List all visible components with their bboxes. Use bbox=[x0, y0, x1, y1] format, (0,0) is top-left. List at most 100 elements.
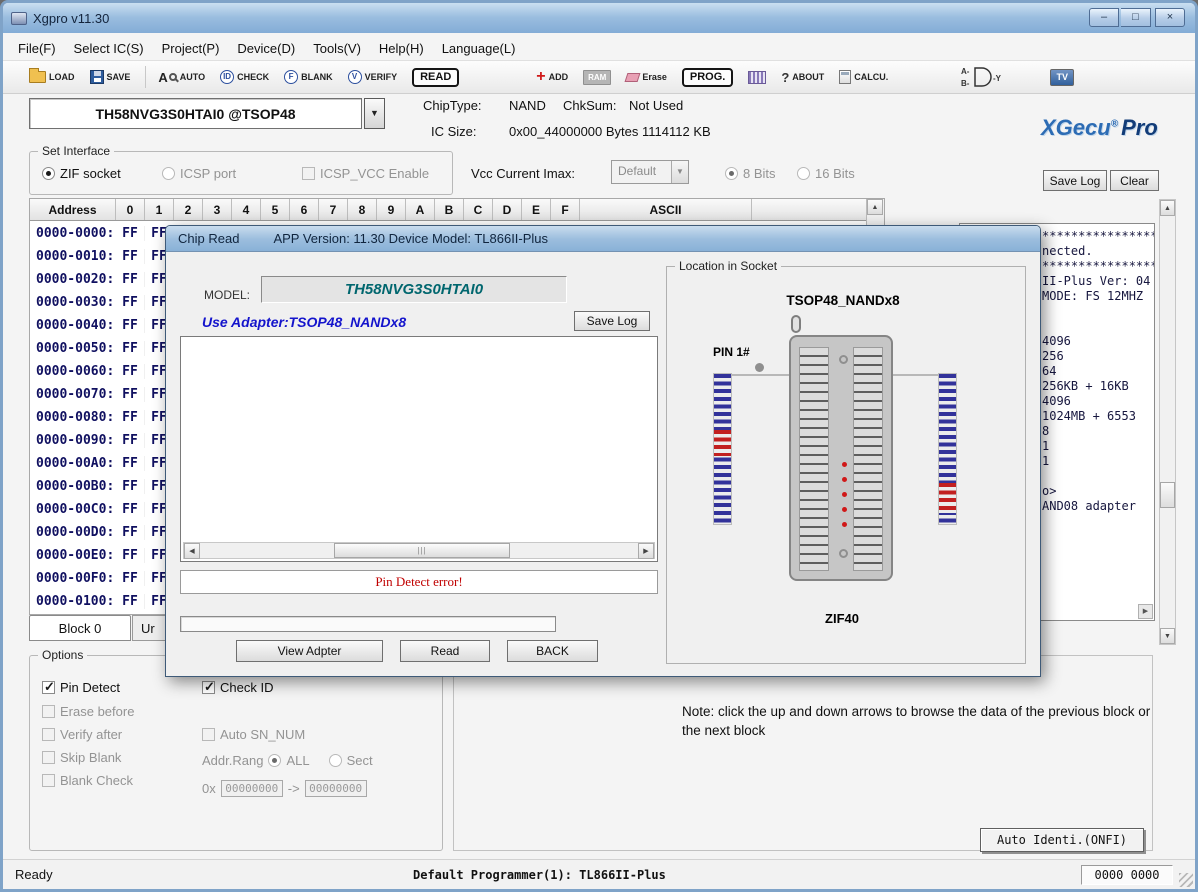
icsp-vcc-checkbox[interactable]: ICSP_VCC Enable bbox=[302, 166, 429, 181]
menu-language[interactable]: Language(L) bbox=[433, 38, 525, 59]
tv-button[interactable]: TV bbox=[1050, 69, 1074, 86]
hex-byte-cell[interactable]: FF bbox=[116, 226, 145, 241]
auto-identi-button[interactable]: Auto Identi.(ONFI) bbox=[980, 828, 1144, 852]
save-button[interactable]: SAVE bbox=[90, 70, 131, 84]
zif40-label: ZIF40 bbox=[787, 611, 897, 626]
verify-after-label: Verify after bbox=[60, 727, 122, 742]
hex-address-cell: 0000-0000: bbox=[30, 226, 116, 241]
scrollbar-thumb[interactable] bbox=[1160, 482, 1175, 508]
hex-byte-cell[interactable]: FF bbox=[116, 525, 145, 540]
bits16-radio[interactable]: 16 Bits bbox=[797, 166, 855, 181]
scrollbar-thumb[interactable]: ||| bbox=[334, 543, 510, 558]
chip-select-dropdown-button[interactable]: ▼ bbox=[364, 98, 385, 129]
bits8-radio[interactable]: 8 Bits bbox=[725, 166, 776, 181]
range-to-input[interactable]: 00000000 bbox=[305, 780, 367, 797]
view-adapter-button[interactable]: View Adpter bbox=[236, 640, 383, 662]
vcc-imax-dropdown[interactable]: Default ▼ bbox=[611, 160, 689, 184]
menu-file[interactable]: File(F) bbox=[9, 38, 65, 59]
options-title: Options bbox=[38, 648, 87, 662]
dialog-save-log-button[interactable]: Save Log bbox=[574, 311, 650, 331]
auto-sn-checkbox[interactable]: Auto SN_NUM bbox=[202, 727, 305, 742]
menu-bar: File(F) Select IC(S) Project(P) Device(D… bbox=[3, 36, 1195, 61]
scroll-right-icon[interactable]: ▶ bbox=[638, 543, 654, 559]
hex-byte-cell[interactable]: FF bbox=[116, 479, 145, 494]
hex-byte-cell[interactable]: FF bbox=[116, 249, 145, 264]
model-value-box: TH58NVG3S0HTAI0 bbox=[261, 276, 567, 303]
menu-device[interactable]: Device(D) bbox=[228, 38, 304, 59]
addr-range-inputs: 0x 00000000 -> 00000000 bbox=[202, 780, 367, 797]
pin-detect-checkbox[interactable]: Pin Detect bbox=[42, 680, 120, 695]
scroll-left-icon[interactable]: ◀ bbox=[184, 543, 200, 559]
ic-socket-button[interactable] bbox=[748, 71, 766, 84]
save-log-button[interactable]: Save Log bbox=[1043, 170, 1107, 191]
chksum-label: ChkSum: bbox=[563, 98, 616, 113]
title-bar[interactable]: Xgpro v11.30 bbox=[3, 3, 1195, 33]
scroll-up-icon[interactable]: ▲ bbox=[1160, 200, 1175, 216]
minimize-button[interactable]: – bbox=[1089, 8, 1119, 27]
ram-button[interactable]: RAM bbox=[583, 70, 611, 85]
dialog-read-button[interactable]: Read bbox=[400, 640, 490, 662]
scroll-up-icon[interactable]: ▲ bbox=[867, 199, 883, 215]
blank-check-checkbox[interactable]: Blank Check bbox=[42, 773, 133, 788]
hex-header-address: Address bbox=[30, 199, 116, 220]
auto-button[interactable]: A AUTO bbox=[158, 71, 205, 84]
radio-icon bbox=[725, 167, 738, 180]
load-button[interactable]: LOAD bbox=[29, 71, 75, 83]
skip-blank-checkbox[interactable]: Skip Blank bbox=[42, 750, 121, 765]
check-id-checkbox[interactable]: Check ID bbox=[202, 680, 273, 695]
resize-grip[interactable] bbox=[1179, 873, 1193, 887]
verify-button[interactable]: V VERIFY bbox=[348, 70, 398, 84]
scroll-down-icon[interactable]: ▼ bbox=[1160, 628, 1175, 644]
hex-byte-cell[interactable]: FF bbox=[116, 295, 145, 310]
hex-byte-cell[interactable]: FF bbox=[116, 502, 145, 517]
erase-button[interactable]: Erase bbox=[626, 72, 667, 82]
app-window: Xgpro v11.30 – □ × File(F) Select IC(S) … bbox=[0, 0, 1198, 892]
check-button[interactable]: ID CHECK bbox=[220, 70, 269, 84]
calcu-button[interactable]: CALCU. bbox=[839, 70, 888, 84]
hex-byte-cell[interactable]: FF bbox=[116, 548, 145, 563]
blank-button[interactable]: F BLANK bbox=[284, 70, 333, 84]
menu-select-ic[interactable]: Select IC(S) bbox=[65, 38, 153, 59]
hex-byte-cell[interactable]: FF bbox=[116, 594, 145, 609]
logic-gate-button[interactable]: A- B- -Y bbox=[961, 64, 1005, 90]
dialog-horizontal-scrollbar[interactable]: ◀ ||| ▶ bbox=[183, 542, 655, 559]
hex-byte-cell[interactable]: FF bbox=[116, 364, 145, 379]
chksum-value: Not Used bbox=[629, 98, 683, 113]
socket-adapter-name: TSOP48_NANDx8 bbox=[727, 293, 959, 308]
close-button[interactable]: × bbox=[1155, 8, 1185, 27]
about-button[interactable]: ? ABOUT bbox=[781, 70, 824, 85]
checkbox-icon bbox=[42, 728, 55, 741]
scroll-right-icon[interactable]: ▶ bbox=[1138, 604, 1153, 619]
clear-button[interactable]: Clear bbox=[1110, 170, 1159, 191]
hex-byte-cell[interactable]: FF bbox=[116, 318, 145, 333]
hex-byte-cell[interactable]: FF bbox=[116, 341, 145, 356]
chip-select-box[interactable]: TH58NVG3S0HTAI0 @TSOP48 bbox=[29, 98, 362, 129]
hex-byte-cell[interactable]: FF bbox=[116, 571, 145, 586]
dialog-back-button[interactable]: BACK bbox=[507, 640, 598, 662]
icsp-port-radio[interactable]: ICSP port bbox=[162, 166, 236, 181]
hex-byte-cell[interactable]: FF bbox=[116, 272, 145, 287]
hex-byte-cell[interactable]: FF bbox=[116, 410, 145, 425]
tab-block0[interactable]: Block 0 bbox=[29, 615, 131, 641]
main-vertical-scrollbar[interactable]: ▲ ▼ bbox=[1159, 199, 1176, 645]
zif-socket-radio[interactable]: ZIF socket bbox=[42, 166, 121, 181]
verify-after-checkbox[interactable]: Verify after bbox=[42, 727, 122, 742]
hex-byte-cell[interactable]: FF bbox=[116, 387, 145, 402]
all-radio[interactable] bbox=[268, 754, 281, 767]
dialog-title-bar[interactable]: Chip Read APP Version: 11.30 Device Mode… bbox=[166, 226, 1040, 252]
prog-button[interactable]: PROG. bbox=[682, 68, 733, 87]
erase-before-checkbox[interactable]: Erase before bbox=[42, 704, 134, 719]
hex-byte-cell[interactable]: FF bbox=[116, 433, 145, 448]
hex-byte-cell[interactable]: FF bbox=[116, 456, 145, 471]
sect-radio[interactable] bbox=[329, 754, 342, 767]
menu-help[interactable]: Help(H) bbox=[370, 38, 433, 59]
menu-tools[interactable]: Tools(V) bbox=[304, 38, 370, 59]
maximize-button[interactable]: □ bbox=[1121, 8, 1151, 27]
socket-hole-icon bbox=[839, 355, 848, 364]
menu-project[interactable]: Project(P) bbox=[153, 38, 229, 59]
range-from-input[interactable]: 00000000 bbox=[221, 780, 283, 797]
dialog-log-area[interactable]: ◀ ||| ▶ bbox=[180, 336, 658, 562]
set-interface-group: Set Interface ZIF socket ICSP port ICSP_… bbox=[29, 151, 453, 195]
add-button[interactable]: + ADD bbox=[536, 71, 568, 83]
read-button[interactable]: READ bbox=[412, 68, 459, 87]
